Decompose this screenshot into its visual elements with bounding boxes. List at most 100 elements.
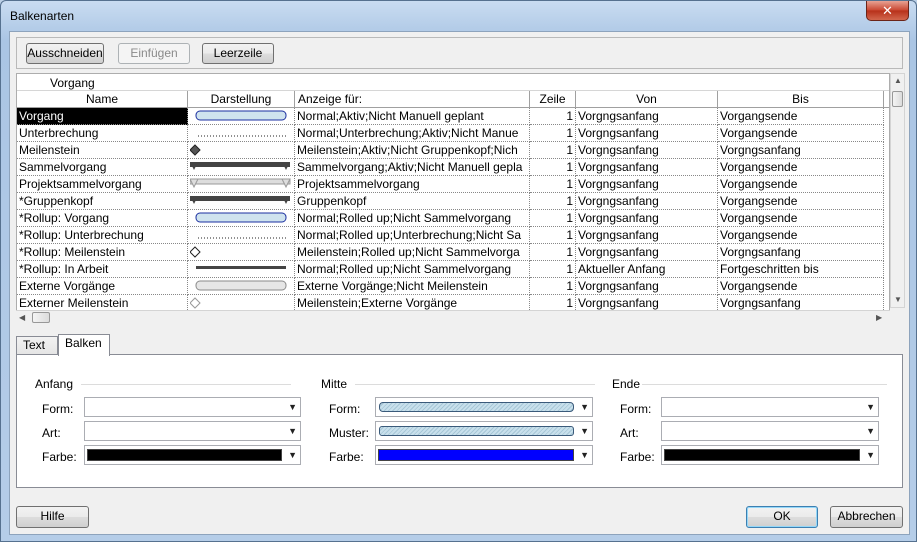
table-row[interactable]: *Gruppenkopf Gruppenkopf 1 Vorgngsanfang Vor… [17,193,889,210]
cell-show-for[interactable]: Normal;Rolled up;Nicht Sammelvorgang [295,210,530,227]
cell-from[interactable]: Vorgngsanfang [576,176,718,193]
cancel-button[interactable]: Abbrechen [830,506,903,528]
vertical-scroll-thumb[interactable] [892,91,903,107]
cell-from[interactable]: Vorgngsanfang [576,244,718,261]
cell-show-for[interactable]: Normal;Unterbrechung;Aktiv;Nicht Manue [295,125,530,142]
cell-appearance[interactable] [188,261,295,278]
scroll-up-icon[interactable]: ▲ [894,76,902,85]
scroll-right-icon[interactable]: ▶ [876,313,882,322]
table-row[interactable]: Projektsammelvorgang Projektsammelvorgang… [17,176,889,193]
cell-name[interactable]: Vorgang [17,108,188,125]
cell-name[interactable]: *Rollup: Meilenstein [17,244,188,261]
cell-row[interactable]: 1 [530,278,576,295]
cell-show-for[interactable]: Meilenstein;Rolled up;Nicht Sammelvorga [295,244,530,261]
cell-row[interactable]: 1 [530,261,576,278]
cell-to[interactable]: Vorgngsanfang [718,244,884,261]
cell-name[interactable]: *Gruppenkopf [17,193,188,210]
cell-name[interactable]: Unterbrechung [17,125,188,142]
horizontal-scroll-thumb[interactable] [32,312,50,323]
cell-show-for[interactable]: Gruppenkopf [295,193,530,210]
cell-row[interactable]: 1 [530,227,576,244]
cell-show-for[interactable]: Normal;Aktiv;Nicht Manuell geplant [295,108,530,125]
tab-bars[interactable]: Balken [58,334,110,356]
cell-to[interactable]: Vorgangsende [718,125,884,142]
cell-to[interactable]: Vorgangsende [718,108,884,125]
cell-from[interactable]: Vorgngsanfang [576,108,718,125]
cell-row[interactable]: 1 [530,210,576,227]
middle-pattern-dropdown[interactable]: ▼ [375,421,593,441]
cell-show-for[interactable]: Projektsammelvorgang [295,176,530,193]
scroll-left-icon[interactable]: ◀ [19,313,25,322]
cell-name[interactable]: Projektsammelvorgang [17,176,188,193]
paste-button[interactable]: Einfügen [118,43,190,64]
header-show-for[interactable]: Anzeige für: [295,91,530,108]
table-row[interactable]: *Rollup: In Arbeit Normal;Rolled up;Nicht… [17,261,889,278]
cell-show-for[interactable]: Meilenstein;Aktiv;Nicht Gruppenkopf;Nich [295,142,530,159]
tab-text[interactable]: Text [16,336,58,355]
cell-row[interactable]: 1 [530,193,576,210]
cell-show-for[interactable]: Normal;Rolled up;Nicht Sammelvorgang [295,261,530,278]
cell-row[interactable]: 1 [530,125,576,142]
header-name[interactable]: Name [17,91,188,108]
cell-name[interactable]: Sammelvorgang [17,159,188,176]
cell-show-for[interactable]: Externe Vorgänge;Nicht Meilenstein [295,278,530,295]
cell-appearance[interactable] [188,278,295,295]
start-shape-dropdown[interactable]: ▼ [84,397,301,417]
header-from[interactable]: Von [576,91,718,108]
cell-from[interactable]: Vorgngsanfang [576,227,718,244]
header-row[interactable]: Zeile [530,91,576,108]
cell-from[interactable]: Vorgngsanfang [576,159,718,176]
cell-appearance[interactable] [188,176,295,193]
middle-shape-dropdown[interactable]: ▼ [375,397,593,417]
bar-styles-grid[interactable]: Vorgang Name Darstellung Anzeige für: Ze… [16,73,890,325]
cell-to[interactable]: Vorgngsanfang [718,142,884,159]
cell-appearance[interactable] [188,227,295,244]
horizontal-scrollbar[interactable]: ◀ ▶ [16,310,890,325]
end-color-dropdown[interactable]: ▼ [661,445,879,465]
cut-button[interactable]: Ausschneiden [26,43,104,64]
cell-name[interactable]: *Rollup: Unterbrechung [17,227,188,244]
table-row[interactable]: Meilenstein Meilenstein;Aktiv;Nicht Grupp… [17,142,889,159]
cell-appearance[interactable] [188,125,295,142]
table-row[interactable]: Unterbrechung Normal;Unterbrechung;Aktiv;… [17,125,889,142]
cell-show-for[interactable]: Sammelvorgang;Aktiv;Nicht Manuell gepla [295,159,530,176]
cell-to[interactable]: Vorgangsende [718,193,884,210]
middle-color-dropdown[interactable]: ▼ [375,445,593,465]
cell-name[interactable]: Externe Vorgänge [17,278,188,295]
table-row[interactable]: *Rollup: Vorgang Normal;Rolled up;Nicht S… [17,210,889,227]
cell-row[interactable]: 1 [530,159,576,176]
cell-appearance[interactable] [188,108,295,125]
scroll-down-icon[interactable]: ▼ [894,295,902,304]
vertical-scrollbar[interactable]: ▲ ▼ [890,73,905,308]
cell-name[interactable]: Meilenstein [17,142,188,159]
cell-appearance[interactable] [188,193,295,210]
end-type-dropdown[interactable]: ▼ [661,421,879,441]
cell-to[interactable]: Vorgangsende [718,176,884,193]
cell-appearance[interactable] [188,244,295,261]
cell-from[interactable]: Vorgngsanfang [576,125,718,142]
header-appearance[interactable]: Darstellung [188,91,295,108]
cell-row[interactable]: 1 [530,244,576,261]
cell-to[interactable]: Fortgeschritten bis [718,261,884,278]
cell-row[interactable]: 1 [530,108,576,125]
cell-to[interactable]: Vorgangsende [718,159,884,176]
table-row[interactable]: *Rollup: Unterbrechung Normal;Rolled up;U… [17,227,889,244]
cell-to[interactable]: Vorgangsende [718,210,884,227]
cell-appearance[interactable] [188,210,295,227]
cell-from[interactable]: Vorgngsanfang [576,278,718,295]
table-row[interactable]: Vorgang Normal;Aktiv;Nicht Manuell geplan… [17,108,889,125]
table-row[interactable]: Sammelvorgang Sammelvorgang;Aktiv;Nicht M… [17,159,889,176]
end-shape-dropdown[interactable]: ▼ [661,397,879,417]
cell-row[interactable]: 1 [530,176,576,193]
table-row[interactable]: Externe Vorgänge Externe Vorgänge;Nicht M… [17,278,889,295]
header-to[interactable]: Bis [718,91,884,108]
cell-show-for[interactable]: Normal;Rolled up;Unterbrechung;Nicht Sa [295,227,530,244]
ok-button[interactable]: OK [746,506,818,528]
cell-from[interactable]: Vorgngsanfang [576,193,718,210]
cell-from[interactable]: Aktueller Anfang [576,261,718,278]
cell-to[interactable]: Vorgangsende [718,278,884,295]
close-button[interactable]: ✕ [866,1,909,21]
cell-to[interactable]: Vorgangsende [718,227,884,244]
table-row[interactable]: *Rollup: Meilenstein Meilenstein;Rolled u… [17,244,889,261]
start-type-dropdown[interactable]: ▼ [84,421,301,441]
